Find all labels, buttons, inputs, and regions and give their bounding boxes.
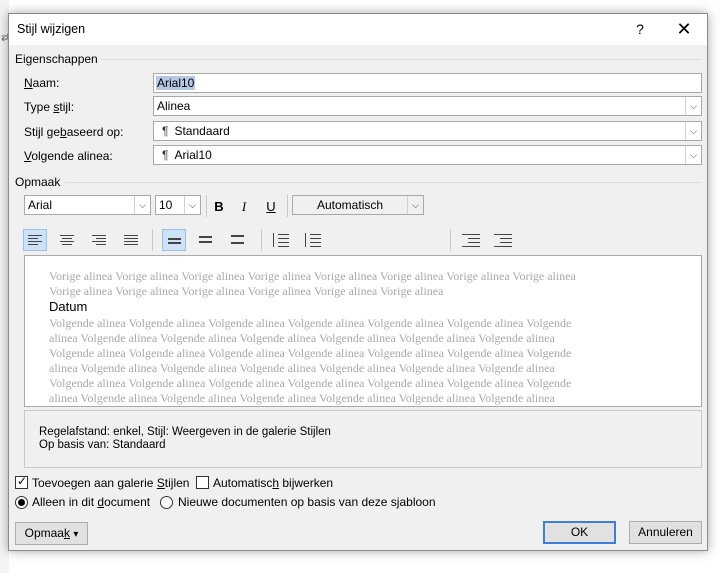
properties-section-label: Eigenschappen xyxy=(15,52,98,66)
title-bar: Stijl wijzigen ? ✕ xyxy=(9,14,707,45)
next-paragraph-value: Arial10 xyxy=(174,148,212,162)
modify-style-dialog: Stijl wijzigen ? ✕ Eigenschappen Naam: A… xyxy=(8,13,708,551)
next-paragraph-dropdown[interactable]: ¶ Arial10 ⌵ xyxy=(153,145,702,165)
justify-button[interactable] xyxy=(119,229,143,251)
radio-selected-dot xyxy=(18,499,25,506)
format-divider xyxy=(65,182,701,183)
previous-paragraph-text: Vorige alinea Vorige alinea Vorige aline… xyxy=(49,269,576,298)
based-on-dropdown[interactable]: ¶ Standaard ⌵ xyxy=(153,121,702,141)
font-size-dropdown[interactable]: 10 ⌵ xyxy=(155,195,201,215)
background-window-right xyxy=(708,0,724,573)
name-value: Arial10 xyxy=(156,76,196,90)
italic-button[interactable]: I xyxy=(234,197,254,217)
double-spacing-button[interactable] xyxy=(226,229,250,251)
close-button[interactable]: ✕ xyxy=(661,14,707,45)
chevron-down-icon: ⌵ xyxy=(685,97,701,115)
align-right-button[interactable] xyxy=(87,229,111,251)
decrease-indent-button[interactable] xyxy=(459,229,483,251)
chevron-down-icon: ⌵ xyxy=(407,196,423,214)
toolbar-separator xyxy=(261,229,262,251)
chevron-down-icon: ⌵ xyxy=(685,122,701,140)
chevron-down-icon: ▾ xyxy=(73,529,79,540)
format-section-label: Opmaak xyxy=(15,175,61,189)
underline-button[interactable]: U xyxy=(261,197,281,217)
description-line: Regelafstand: enkel, Stijl: Weergeven in… xyxy=(39,426,331,438)
toolbar-separator xyxy=(152,229,153,251)
toolbar-separator xyxy=(287,195,288,217)
pilcrow-icon: ¶ xyxy=(162,148,169,162)
preview-sample-text: Datum xyxy=(49,299,88,314)
toolbar-separator xyxy=(450,229,451,251)
single-spacing-button[interactable] xyxy=(162,229,186,251)
style-type-value: Alinea xyxy=(157,99,191,113)
dialog-title: Stijl wijzigen xyxy=(17,22,86,36)
based-on-label: Stijl gebaseerd op: xyxy=(24,125,124,139)
space-before-button[interactable] xyxy=(269,229,293,251)
next-paragraph-label: Volgende alinea: xyxy=(24,149,113,163)
align-center-button[interactable] xyxy=(55,229,79,251)
new-documents-radio[interactable] xyxy=(160,496,173,509)
align-left-button[interactable] xyxy=(23,229,47,251)
name-label: Naam: xyxy=(24,76,60,90)
checkmark-icon: ✓ xyxy=(17,474,28,488)
add-to-gallery-checkbox[interactable]: ✓ xyxy=(15,474,28,489)
font-value: Arial xyxy=(28,198,53,212)
bold-button[interactable]: B xyxy=(209,197,229,217)
auto-update-checkbox[interactable] xyxy=(196,476,209,489)
style-type-label: Type stijl: xyxy=(24,100,75,114)
format-menu-button[interactable]: Opmaak ▾ xyxy=(15,522,88,545)
name-field[interactable]: Arial10 xyxy=(153,73,702,93)
properties-divider xyxy=(101,59,701,60)
toolbar-separator xyxy=(206,195,207,217)
style-type-dropdown[interactable]: Alinea ⌵ xyxy=(153,96,702,116)
based-on-value: Standaard xyxy=(174,124,230,138)
style-preview: Vorige alinea Vorige alinea Vorige aline… xyxy=(24,255,702,407)
only-this-document-label: Alleen in dit document xyxy=(32,495,151,509)
next-paragraph-text: Volgende alinea Volgende alinea Volgende… xyxy=(49,316,572,405)
font-color-dropdown[interactable]: Automatisch ⌵ xyxy=(292,195,424,215)
chevron-down-icon: ⌵ xyxy=(685,146,701,164)
ok-button[interactable]: OK xyxy=(543,521,616,544)
only-this-document-radio[interactable] xyxy=(15,496,28,509)
new-documents-label: Nieuwe documenten op basis van deze sjab… xyxy=(178,495,436,509)
one-and-half-spacing-button[interactable] xyxy=(194,229,218,251)
increase-indent-button[interactable] xyxy=(491,229,515,251)
cancel-button[interactable]: Annuleren xyxy=(629,521,702,544)
auto-update-label: Automatisch bijwerken xyxy=(213,476,334,490)
chevron-down-icon: ⌵ xyxy=(134,196,150,214)
font-color-value: Automatisch xyxy=(317,198,384,212)
style-description: Regelafstand: enkel, Stijl: Weergeven in… xyxy=(24,410,702,468)
pilcrow-icon: ¶ xyxy=(162,124,169,138)
help-button[interactable]: ? xyxy=(617,14,663,45)
chevron-down-icon: ⌵ xyxy=(184,196,200,214)
space-after-button[interactable] xyxy=(301,229,325,251)
add-to-gallery-label: Toevoegen aan galerie Stijlen xyxy=(32,476,190,490)
description-line: Op basis van: Standaard xyxy=(39,439,166,451)
font-size-value: 10 xyxy=(159,198,173,212)
font-dropdown[interactable]: Arial ⌵ xyxy=(24,195,151,215)
